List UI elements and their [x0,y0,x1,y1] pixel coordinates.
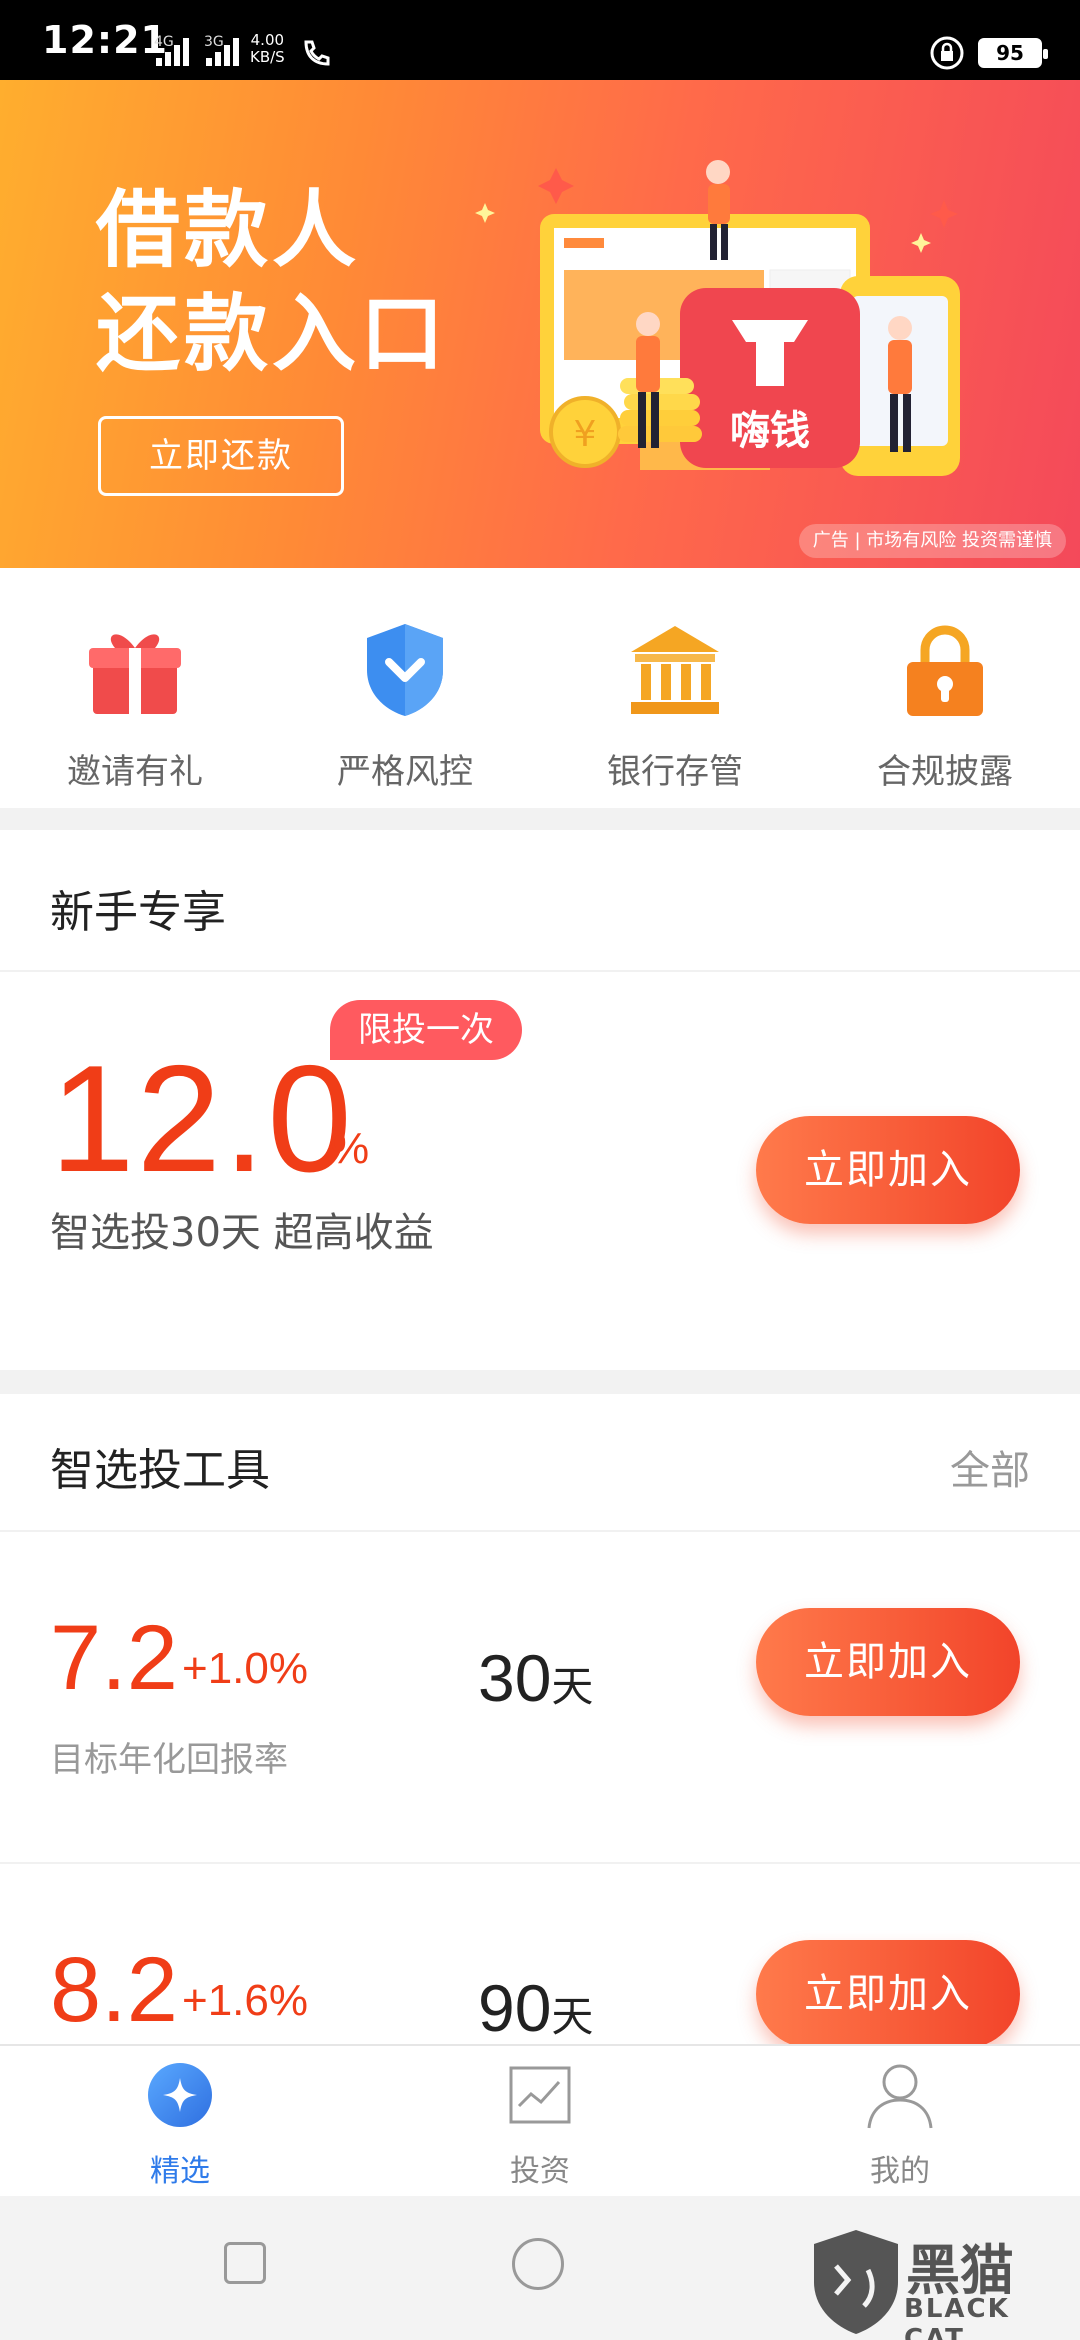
product-join-button[interactable]: 立即加入 [756,1940,1020,2048]
product-rate: 8.2 [50,1939,178,2041]
watermark-subtext: BLACK CAT [904,2294,1010,2340]
quick-menu: 邀请有礼 严格风控 银行存管 合规披露 [0,568,1080,808]
divider [0,970,1080,972]
banner-title: 借款人 还款入口 [96,181,449,383]
newbie-join-button[interactable]: 立即加入 [756,1116,1020,1224]
product-rate-label: 目标年化回报率 [50,1740,288,1780]
svg-text:¥: ¥ [574,414,597,455]
watermark: 黑猫 BLACK CAT [808,2226,1080,2340]
quick-menu-label: 严格风控 [337,752,473,792]
product-rate: 7.2 [50,1607,178,1709]
user-icon [867,2064,933,2129]
repay-now-button[interactable]: 立即还款 [98,416,344,496]
net-speed: 4.00 KB/S [250,31,285,66]
quick-menu-label: 合规披露 [877,752,1013,792]
tab-mine[interactable]: 我的 [720,2046,1080,2198]
tools-section: 智选投工具 全部 7.2 +1.0% 目标年化回报率 30天 立即加入 8.2 … [0,1394,1080,2054]
lock-icon [907,625,983,716]
product-join-button[interactable]: 立即加入 [756,1608,1020,1716]
signal-icon [156,36,190,66]
quick-menu-label: 银行存管 [607,752,743,792]
quick-menu-bank-custody[interactable]: 银行存管 [540,568,810,808]
newbie-rate-unit: % [330,1124,370,1173]
newbie-rate: 12.0 [50,1034,354,1204]
quick-menu-invite[interactable]: 邀请有礼 [0,568,270,808]
tab-label: 精选 [150,2154,210,2189]
home-button[interactable] [512,2238,564,2290]
invest-once-badge: 限投一次 [330,1000,522,1060]
tab-label: 我的 [870,2154,930,2189]
quick-menu-disclosure[interactable]: 合规披露 [810,568,1080,808]
tab-label: 投资 [510,2154,570,2189]
view-all-link[interactable]: 全部 [950,1438,1030,1496]
section-title: 智选投工具 [50,1445,270,1496]
battery-icon: 95 [978,38,1048,68]
tab-featured[interactable]: 精选 [0,2046,360,2198]
chart-icon [509,2066,571,2124]
lock-status-icon [930,36,964,70]
sparkle-icon [148,2063,212,2127]
product-row[interactable]: 7.2 +1.0% 目标年化回报率 30天 立即加入 [0,1532,1080,1862]
status-time: 12:21 [42,18,168,62]
bank-icon [631,626,719,714]
svg-text:嗨钱: 嗨钱 [730,408,810,454]
product-rate-bonus: +1.6% [182,1976,308,2025]
product-row[interactable]: 8.2 +1.6% 90天 立即加入 [0,1864,1080,2054]
quick-menu-label: 邀请有礼 [67,752,203,792]
battery-level: 95 [981,41,1039,65]
wifi-call-icon [304,40,330,66]
cat-shield-icon [814,2230,898,2334]
newbie-subtitle: 智选投30天 超高收益 [50,1210,434,1256]
recent-apps-button[interactable] [224,2242,266,2284]
shield-check-icon [367,624,443,716]
banner-illustration: 嗨钱 ¥ [475,160,960,476]
system-navigation-bar: 黑猫 BLACK CAT [0,2196,1080,2340]
gift-icon [89,634,181,714]
newbie-section: 新手专享 限投一次 12.0 % 智选投30天 超高收益 立即加入 [0,830,1080,1370]
tab-invest[interactable]: 投资 [360,2046,720,2198]
status-bar: 12:21 4G 3G 4.00 KB/S 95 [0,0,1080,80]
ad-disclaimer: 广告 | 市场有风险 投资需谨慎 [798,524,1066,558]
signal-icon [206,36,240,66]
promo-banner[interactable]: 借款人 还款入口 立即还款 嗨钱 ¥ 广告 | 市场有风险 投资需谨慎 [0,80,1080,568]
section-title: 新手专享 [50,887,226,938]
quick-menu-risk-control[interactable]: 严格风控 [270,568,540,808]
product-term: 30天 [478,1641,594,1715]
bottom-tab-bar: 精选 投资 我的 [0,2044,1080,2196]
product-term: 90天 [478,1971,594,2045]
product-rate-bonus: +1.0% [182,1644,308,1693]
